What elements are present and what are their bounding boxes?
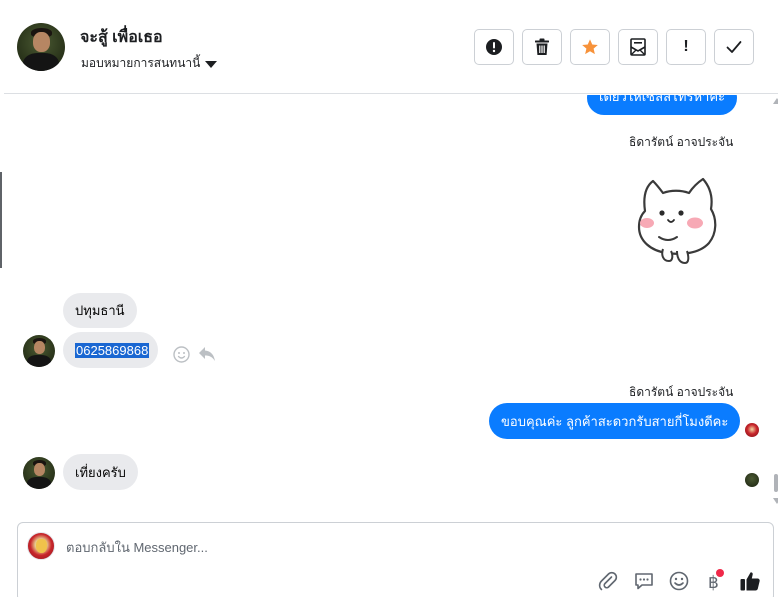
- outgoing-message[interactable]: เดี๋ยวให้เซลล์โทรหาค่ะ: [587, 95, 738, 115]
- saved-replies-icon: [635, 573, 653, 590]
- seen-indicator-page: [745, 423, 759, 437]
- message-text: ปทุมธานี: [75, 303, 125, 318]
- report-spam-button[interactable]: [474, 29, 514, 65]
- reply-icon[interactable]: [198, 346, 216, 362]
- like-icon: [740, 572, 760, 591]
- notification-dot: [716, 569, 724, 577]
- incoming-message-phone[interactable]: 0625869868: [63, 332, 159, 368]
- message-text: เดี๋ยวให้เซลล์โทรหาค่ะ: [599, 95, 726, 104]
- star-button[interactable]: [570, 29, 610, 65]
- contact-avatar-small[interactable]: [23, 457, 55, 489]
- seen-indicator-user: [745, 473, 759, 487]
- saved-replies-button[interactable]: [632, 569, 656, 593]
- mark-done-button[interactable]: [714, 29, 754, 65]
- outgoing-message[interactable]: ขอบคุณค่ะ ลูกค้าสะดวกรับสายกี่โมงดีคะ: [489, 403, 741, 439]
- cat-sticker[interactable]: [633, 175, 721, 271]
- incoming-message[interactable]: ปทุมธานี: [63, 293, 137, 328]
- message-text: เที่ยงครับ: [75, 464, 126, 480]
- delete-button[interactable]: [522, 29, 562, 65]
- mark-unread-button[interactable]: [618, 29, 658, 65]
- cat-sticker-image: [637, 177, 717, 265]
- sender-name: ธิดารัตน์ อาจประจัน: [629, 385, 734, 399]
- assign-label: มอบหมายการสนทนานี้: [81, 56, 201, 70]
- emoji-icon: [669, 571, 689, 591]
- follow-up-button[interactable]: !: [666, 29, 706, 65]
- payment-button[interactable]: ฿: [702, 569, 726, 593]
- attach-button[interactable]: [596, 569, 620, 593]
- scrollbar-thumb[interactable]: [774, 474, 778, 492]
- sender-name: ธิดารัตน์ อาจประจัน: [629, 135, 734, 149]
- message-list[interactable]: เดี๋ยวให้เซลล์โทรหาค่ะ ธิดารัตน์ อาจประจ…: [4, 95, 770, 521]
- conversation-header: จะสู้ เพื่อเธอ มอบหมายการสนทนานี้ !: [4, 0, 778, 94]
- like-button[interactable]: [738, 569, 762, 593]
- incoming-message[interactable]: เที่ยงครับ: [63, 454, 138, 490]
- contact-avatar[interactable]: [17, 23, 65, 71]
- message-text: ขอบคุณค่ะ ลูกค้าสะดวกรับสายกี่โมงดีคะ: [501, 413, 729, 429]
- reply-input[interactable]: [66, 538, 666, 556]
- contact-name[interactable]: จะสู้ เพื่อเธอ: [80, 25, 163, 50]
- check-icon: [726, 41, 742, 53]
- mark-unread-icon: [630, 38, 646, 56]
- assign-conversation-dropdown[interactable]: มอบหมายการสนทนานี้: [81, 54, 218, 73]
- scroll-up-arrow[interactable]: [773, 98, 778, 104]
- trash-icon: [535, 38, 549, 55]
- exclamation-icon: !: [683, 38, 689, 55]
- emoji-button[interactable]: [667, 569, 691, 593]
- caret-down-icon: [205, 60, 218, 68]
- react-emoji-icon[interactable]: [173, 346, 190, 363]
- scroll-down-arrow[interactable]: [773, 498, 778, 504]
- star-icon: [582, 39, 598, 55]
- phone-number-text[interactable]: 0625869868: [75, 342, 150, 358]
- paperclip-icon: [598, 571, 618, 591]
- alert-circle-icon: [486, 39, 502, 55]
- contact-avatar-small[interactable]: [23, 335, 55, 367]
- reply-composer: ฿: [17, 522, 774, 597]
- panel-edge: [0, 172, 2, 268]
- page-avatar: [27, 532, 55, 560]
